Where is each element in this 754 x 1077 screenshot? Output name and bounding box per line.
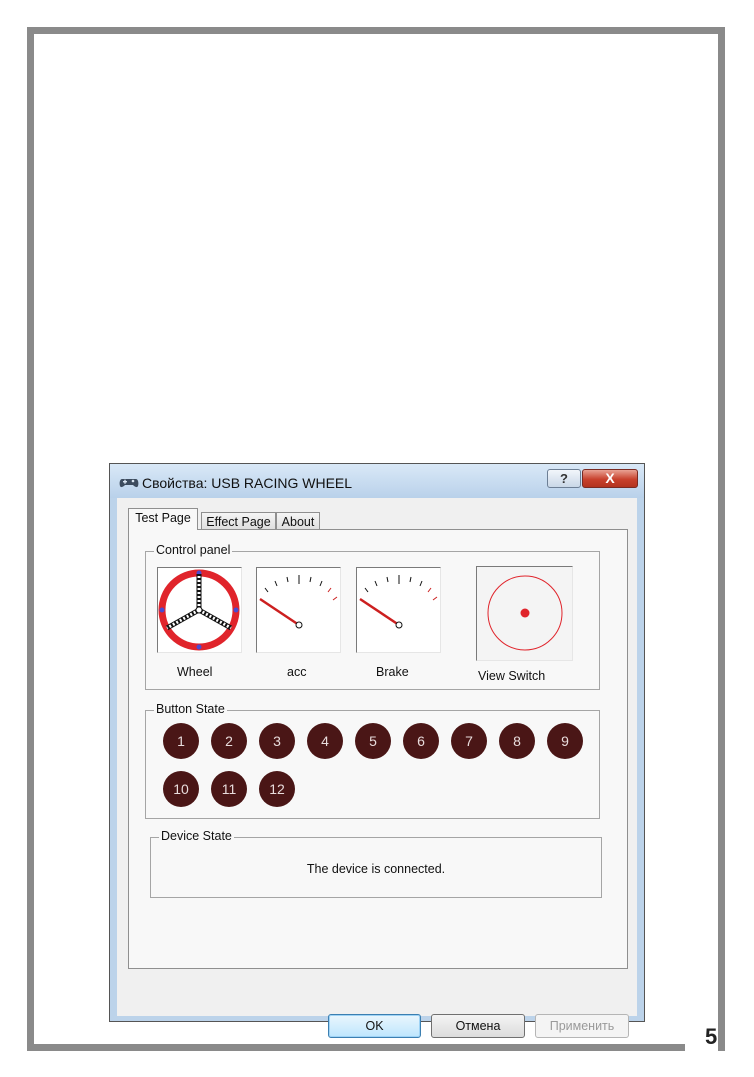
- brake-label: Brake: [376, 665, 409, 679]
- apply-button[interactable]: Применить: [535, 1014, 629, 1038]
- button-indicator-2: 2: [211, 723, 247, 759]
- button-state-legend: Button State: [154, 702, 227, 716]
- view-switch-hat-icon: [487, 575, 563, 651]
- button-indicator-4: 4: [307, 723, 343, 759]
- acc-label: acc: [287, 665, 307, 679]
- test-page-panel: Control panel Wheel acc Brake View Switc…: [128, 529, 628, 969]
- device-state-legend: Device State: [159, 829, 234, 843]
- control-panel-legend: Control panel: [154, 543, 233, 557]
- wheel-label: Wheel: [177, 665, 213, 679]
- window-title: Свойства: USB RACING WHEEL: [142, 475, 353, 491]
- close-button[interactable]: X: [582, 469, 638, 488]
- page-number: 5: [705, 1024, 718, 1049]
- gamepad-icon: [119, 479, 139, 488]
- device-state-group: Device State The device is connected.: [150, 829, 602, 898]
- view-switch-display: [476, 566, 573, 661]
- brake-dial-icon: [359, 575, 438, 629]
- button-indicator-1: 1: [163, 723, 199, 759]
- button-indicator-9: 9: [547, 723, 583, 759]
- button-indicator-7: 7: [451, 723, 487, 759]
- ok-button[interactable]: OK: [328, 1014, 421, 1038]
- wheel-display: [157, 567, 242, 653]
- button-indicator-11: 11: [211, 771, 247, 807]
- title-bar[interactable]: Свойства: USB RACING WHEEL ? X: [110, 464, 644, 498]
- steering-wheel-icon: [158, 569, 240, 651]
- properties-dialog: Свойства: USB RACING WHEEL ? X Test Page…: [109, 463, 645, 1038]
- button-indicator-3: 3: [259, 723, 295, 759]
- button-indicator-5: 5: [355, 723, 391, 759]
- dialog-client-area: Test Page Effect Page About Control pane…: [117, 498, 637, 1038]
- button-indicator-10: 10: [163, 771, 199, 807]
- acc-gauge: [256, 567, 341, 653]
- button-indicator-12: 12: [259, 771, 295, 807]
- page-bottom-rule: [27, 1044, 685, 1051]
- help-button[interactable]: ?: [547, 469, 581, 488]
- button-indicator-6: 6: [403, 723, 439, 759]
- button-state-group: Button State 1 2 3 4 5 6 7 8 9 10 11 12: [145, 702, 600, 819]
- device-status-text: The device is connected.: [306, 862, 446, 876]
- tab-test-page[interactable]: Test Page: [128, 508, 198, 530]
- view-switch-label: View Switch: [478, 669, 546, 683]
- control-panel-group: Control panel Wheel acc Brake View Switc…: [145, 543, 600, 690]
- cancel-button[interactable]: Отмена: [431, 1014, 525, 1038]
- brake-gauge: [356, 567, 441, 653]
- button-indicator-8: 8: [499, 723, 535, 759]
- acc-dial-icon: [259, 575, 338, 629]
